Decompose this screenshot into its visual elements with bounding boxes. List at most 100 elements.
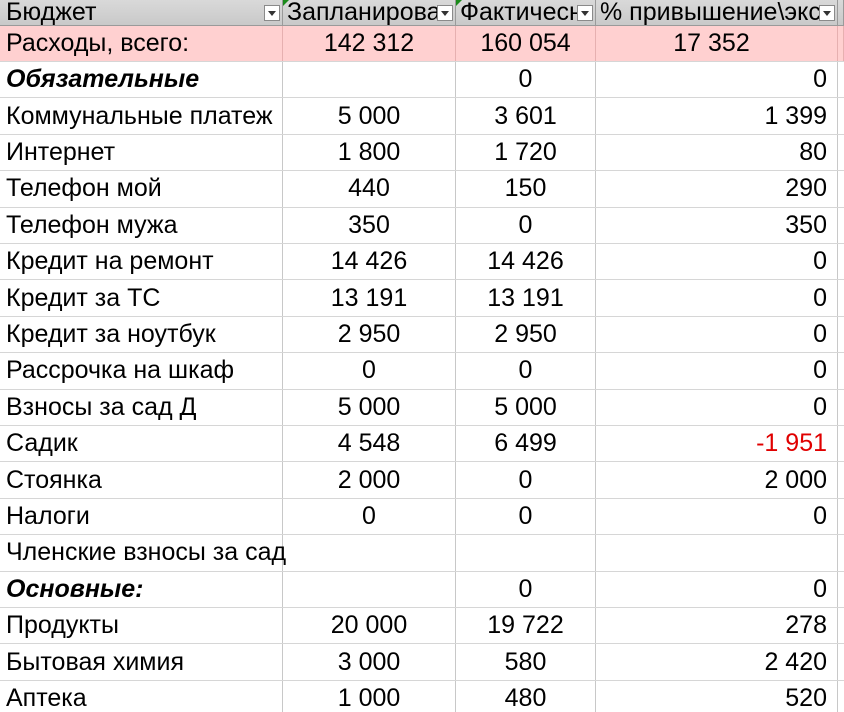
row-diff-cell[interactable]: 290 bbox=[596, 171, 838, 207]
row-planned-cell[interactable]: 13 191 bbox=[283, 280, 456, 316]
row-actual-cell[interactable]: 19 722 bbox=[456, 608, 596, 644]
row-label-cell[interactable]: Стоянка bbox=[0, 462, 283, 498]
row-label-cell[interactable]: Коммунальные платеж bbox=[0, 98, 283, 134]
row-actual-cell[interactable]: 0 bbox=[456, 498, 596, 535]
row-extra-cell[interactable] bbox=[838, 535, 844, 570]
row-extra-cell[interactable] bbox=[838, 353, 844, 388]
header-cell-diff[interactable]: % привышение\экс bbox=[596, 0, 838, 25]
row-diff-cell[interactable]: 0 bbox=[596, 316, 838, 353]
row-label-cell[interactable]: Рассрочка на шкаф bbox=[0, 353, 283, 389]
row-actual-cell[interactable]: 13 191 bbox=[456, 280, 596, 316]
row-planned-cell[interactable]: 5 000 bbox=[283, 98, 456, 134]
row-diff-cell[interactable]: 1 399 bbox=[596, 98, 838, 134]
row-label-cell[interactable]: Налоги bbox=[0, 498, 283, 535]
row-label-cell[interactable]: Аптека bbox=[0, 680, 283, 712]
row-actual-cell[interactable]: 14 426 bbox=[456, 244, 596, 280]
row-diff-cell[interactable]: 520 bbox=[596, 680, 838, 712]
row-actual-cell[interactable]: 480 bbox=[456, 680, 596, 712]
row-diff-cell[interactable]: 278 bbox=[596, 608, 838, 644]
row-planned-cell[interactable]: 2 950 bbox=[283, 316, 456, 353]
row-label-cell[interactable]: Интернет bbox=[0, 134, 283, 171]
row-actual-cell[interactable]: 150 bbox=[456, 171, 596, 207]
row-planned-cell[interactable]: 5 000 bbox=[283, 389, 456, 425]
row-label-cell[interactable]: Обязательные bbox=[0, 62, 283, 98]
row-extra-cell[interactable] bbox=[838, 208, 844, 243]
row-planned-cell[interactable]: 2 000 bbox=[283, 462, 456, 498]
row-actual-cell[interactable]: 6 499 bbox=[456, 426, 596, 462]
row-planned-cell[interactable]: 440 bbox=[283, 171, 456, 207]
row-actual-cell[interactable]: 0 bbox=[456, 353, 596, 389]
row-diff-cell[interactable]: 0 bbox=[596, 498, 838, 535]
row-label-cell[interactable]: Телефон мужа bbox=[0, 207, 283, 243]
row-diff-cell[interactable]: 0 bbox=[596, 244, 838, 280]
row-diff-cell[interactable]: -1 951 bbox=[596, 426, 838, 462]
header-cell-budget[interactable]: Бюджет bbox=[0, 0, 283, 25]
row-label-cell[interactable]: Взносы за сад Д bbox=[0, 389, 283, 425]
filter-dropdown-icon[interactable] bbox=[819, 5, 835, 21]
row-actual-cell[interactable]: 0 bbox=[456, 207, 596, 243]
row-label-cell[interactable]: Садик bbox=[0, 426, 283, 462]
row-planned-cell[interactable] bbox=[283, 535, 456, 571]
row-extra-cell[interactable] bbox=[838, 98, 844, 133]
row-actual-cell[interactable]: 0 bbox=[456, 571, 596, 607]
row-planned-cell[interactable] bbox=[283, 62, 456, 98]
row-diff-cell[interactable]: 2 000 bbox=[596, 462, 838, 498]
row-label-cell[interactable]: Кредит на ремонт bbox=[0, 244, 283, 280]
row-extra-cell[interactable] bbox=[838, 135, 844, 170]
row-extra-cell[interactable] bbox=[838, 317, 844, 352]
row-extra-cell[interactable] bbox=[838, 572, 844, 607]
row-actual-cell[interactable]: 1 720 bbox=[456, 134, 596, 171]
row-actual-cell[interactable]: 2 950 bbox=[456, 316, 596, 353]
row-label-cell[interactable]: Телефон мой bbox=[0, 171, 283, 207]
header-cell-extra[interactable]: С bbox=[838, 0, 844, 25]
row-actual-cell[interactable]: 3 601 bbox=[456, 98, 596, 134]
row-extra-cell[interactable] bbox=[838, 644, 844, 679]
row-planned-cell[interactable]: 0 bbox=[283, 498, 456, 535]
row-extra-cell[interactable] bbox=[838, 426, 844, 461]
row-extra-cell[interactable] bbox=[838, 462, 844, 497]
total-actual-cell[interactable]: 160 054 bbox=[456, 26, 596, 61]
row-planned-cell[interactable]: 3 000 bbox=[283, 644, 456, 680]
row-diff-cell[interactable]: 80 bbox=[596, 134, 838, 171]
row-diff-cell[interactable] bbox=[596, 535, 838, 571]
row-extra-cell[interactable] bbox=[838, 681, 844, 712]
row-planned-cell[interactable]: 350 bbox=[283, 207, 456, 243]
row-label-cell[interactable]: Продукты bbox=[0, 608, 283, 644]
row-diff-cell[interactable]: 0 bbox=[596, 353, 838, 389]
header-cell-actual[interactable]: Фактичесн bbox=[456, 0, 596, 25]
row-actual-cell[interactable]: 0 bbox=[456, 62, 596, 98]
row-planned-cell[interactable]: 4 548 bbox=[283, 426, 456, 462]
row-planned-cell[interactable]: 0 bbox=[283, 353, 456, 389]
row-label-cell[interactable]: Бытовая химия bbox=[0, 644, 283, 680]
row-planned-cell[interactable]: 1 000 bbox=[283, 680, 456, 712]
row-extra-cell[interactable] bbox=[838, 608, 844, 643]
row-label-cell[interactable]: Кредит за ноутбук bbox=[0, 316, 283, 353]
row-planned-cell[interactable]: 1 800 bbox=[283, 134, 456, 171]
total-label-cell[interactable]: Расходы, всего: bbox=[0, 26, 283, 61]
row-diff-cell[interactable]: 2 420 bbox=[596, 644, 838, 680]
total-diff-cell[interactable]: 17 352 bbox=[596, 26, 838, 61]
row-diff-cell[interactable]: 350 bbox=[596, 207, 838, 243]
row-actual-cell[interactable]: 580 bbox=[456, 644, 596, 680]
total-extra-cell[interactable] bbox=[838, 26, 844, 61]
row-diff-cell[interactable]: 0 bbox=[596, 280, 838, 316]
row-extra-cell[interactable] bbox=[838, 390, 844, 425]
row-actual-cell[interactable] bbox=[456, 535, 596, 571]
row-diff-cell[interactable]: 0 bbox=[596, 571, 838, 607]
filter-dropdown-icon[interactable] bbox=[264, 5, 280, 21]
row-planned-cell[interactable]: 20 000 bbox=[283, 608, 456, 644]
row-extra-cell[interactable] bbox=[838, 62, 844, 97]
row-diff-cell[interactable]: 0 bbox=[596, 62, 838, 98]
row-actual-cell[interactable]: 0 bbox=[456, 462, 596, 498]
filter-dropdown-icon[interactable] bbox=[437, 5, 453, 21]
row-extra-cell[interactable] bbox=[838, 280, 844, 315]
filter-dropdown-icon[interactable] bbox=[577, 5, 593, 21]
row-extra-cell[interactable] bbox=[838, 499, 844, 534]
row-actual-cell[interactable]: 5 000 bbox=[456, 389, 596, 425]
row-label-cell[interactable]: Членские взносы за сад bbox=[0, 535, 286, 571]
row-extra-cell[interactable] bbox=[838, 244, 844, 279]
row-extra-cell[interactable] bbox=[838, 171, 844, 206]
row-planned-cell[interactable]: 14 426 bbox=[283, 244, 456, 280]
row-planned-cell[interactable] bbox=[283, 571, 456, 607]
total-planned-cell[interactable]: 142 312 bbox=[283, 26, 456, 61]
